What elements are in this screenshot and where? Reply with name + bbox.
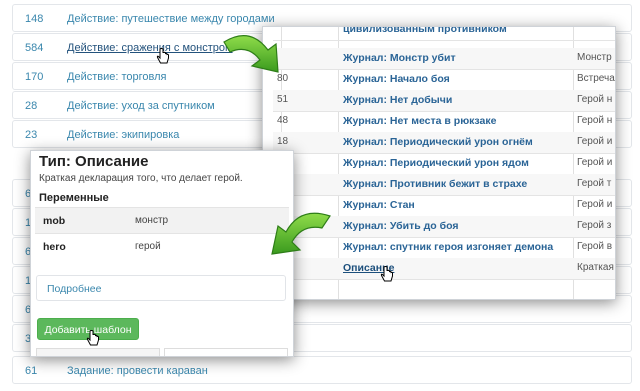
row-name[interactable]: Журнал: Периодический урон огнём bbox=[343, 136, 533, 148]
row-name[interactable]: Журнал: Стан bbox=[343, 199, 415, 211]
table-row[interactable]: 51 Журнал: Нет добычи Герой н bbox=[273, 90, 615, 112]
item-link[interactable]: Действие: торговля bbox=[67, 71, 166, 83]
table-row[interactable]: Описание Краткая bbox=[273, 258, 615, 280]
hand-cursor-icon bbox=[86, 330, 99, 346]
table-row: mob монстр bbox=[35, 207, 289, 233]
more-link[interactable]: Подробнее bbox=[47, 283, 101, 295]
row-description: Герой и bbox=[577, 199, 613, 210]
item-link[interactable]: Задание: провести караван bbox=[67, 365, 208, 377]
variables-heading: Переменные bbox=[39, 192, 109, 204]
panel-title: Тип: Описание bbox=[39, 153, 149, 170]
item-count: 61 bbox=[25, 365, 38, 377]
row-description: Монстр bbox=[577, 52, 612, 63]
row-name[interactable]: цивилизованным противником bbox=[343, 27, 507, 35]
row-description: Краткая bbox=[577, 262, 614, 273]
row-name[interactable]: Журнал: Периодический урон ядом bbox=[343, 157, 529, 169]
hand-cursor-icon bbox=[156, 48, 169, 64]
item-count: 584 bbox=[25, 42, 44, 54]
variable-value: монстр bbox=[135, 215, 169, 226]
item-link[interactable]: Действие: экипировка bbox=[67, 129, 179, 141]
bottom-tabs bbox=[36, 348, 288, 356]
row-description: Герой т bbox=[577, 178, 612, 189]
row-description: Встреча bbox=[577, 73, 615, 84]
row-name[interactable]: Журнал: спутник героя изгоняет демона bbox=[343, 241, 553, 253]
item-link[interactable]: Действие: путешествие между городами bbox=[67, 13, 275, 25]
row-description: Герой н bbox=[577, 94, 613, 105]
item-link[interactable]: Действие: сражения с монстром bbox=[67, 42, 233, 54]
table-row[interactable]: 18 Журнал: Периодический урон огнём Геро… bbox=[273, 132, 615, 154]
row-description: Герой н bbox=[577, 115, 613, 126]
item-link[interactable]: Действие: уход за спутником bbox=[67, 100, 215, 112]
variable-value: герой bbox=[135, 241, 161, 252]
row-description: Герой и bbox=[577, 157, 613, 168]
table-row[interactable]: 18 Журнал: Периодический урон ядом Герой… bbox=[273, 153, 615, 175]
table-row[interactable]: 80 Журнал: Начало боя Встреча bbox=[273, 69, 615, 91]
list-item[interactable]: 61 Задание: провести караван bbox=[12, 356, 632, 384]
row-description: Герой з bbox=[577, 220, 612, 231]
more-link-box[interactable]: Подробнее bbox=[36, 275, 286, 301]
item-count: 170 bbox=[25, 71, 44, 83]
curved-arrow-icon bbox=[271, 212, 331, 255]
table-row[interactable]: Журнал: Монстр убит Монстр bbox=[273, 48, 615, 70]
row-name[interactable]: Журнал: Противник бежит в страхе bbox=[343, 178, 527, 190]
item-count: 28 bbox=[25, 100, 38, 112]
row-count: 51 bbox=[277, 94, 289, 105]
row-count: 48 bbox=[277, 115, 289, 126]
row-name[interactable]: Журнал: Нет места в рюкзаке bbox=[343, 115, 496, 127]
table-row[interactable]: цивилизованным противником bbox=[273, 27, 615, 41]
table-row[interactable]: Журнал: Противник бежит в страхе Герой т bbox=[273, 174, 615, 196]
variable-key: hero bbox=[43, 241, 66, 253]
panel-description: Краткая декларация того, что делает геро… bbox=[39, 173, 243, 184]
item-count: 23 bbox=[25, 129, 38, 141]
item-count: 148 bbox=[25, 13, 44, 25]
template-type-panel: Тип: Описание Краткая декларация того, ч… bbox=[30, 150, 294, 357]
curved-arrow-icon bbox=[223, 35, 279, 73]
table-row: hero герой bbox=[35, 233, 289, 259]
row-description: Герой в bbox=[577, 241, 613, 252]
row-name[interactable]: Журнал: Убить до боя bbox=[343, 220, 458, 232]
table-row[interactable]: 48 Журнал: Нет места в рюкзаке Герой н bbox=[273, 111, 615, 133]
row-count: 18 bbox=[277, 136, 289, 147]
row-name[interactable]: Журнал: Начало боя bbox=[343, 73, 450, 85]
hand-cursor-icon bbox=[380, 266, 393, 282]
row-name[interactable]: Журнал: Монстр убит bbox=[343, 52, 456, 64]
row-name[interactable]: Журнал: Нет добычи bbox=[343, 94, 452, 106]
variable-key: mob bbox=[43, 215, 66, 227]
row-description: Герой и bbox=[577, 136, 613, 147]
